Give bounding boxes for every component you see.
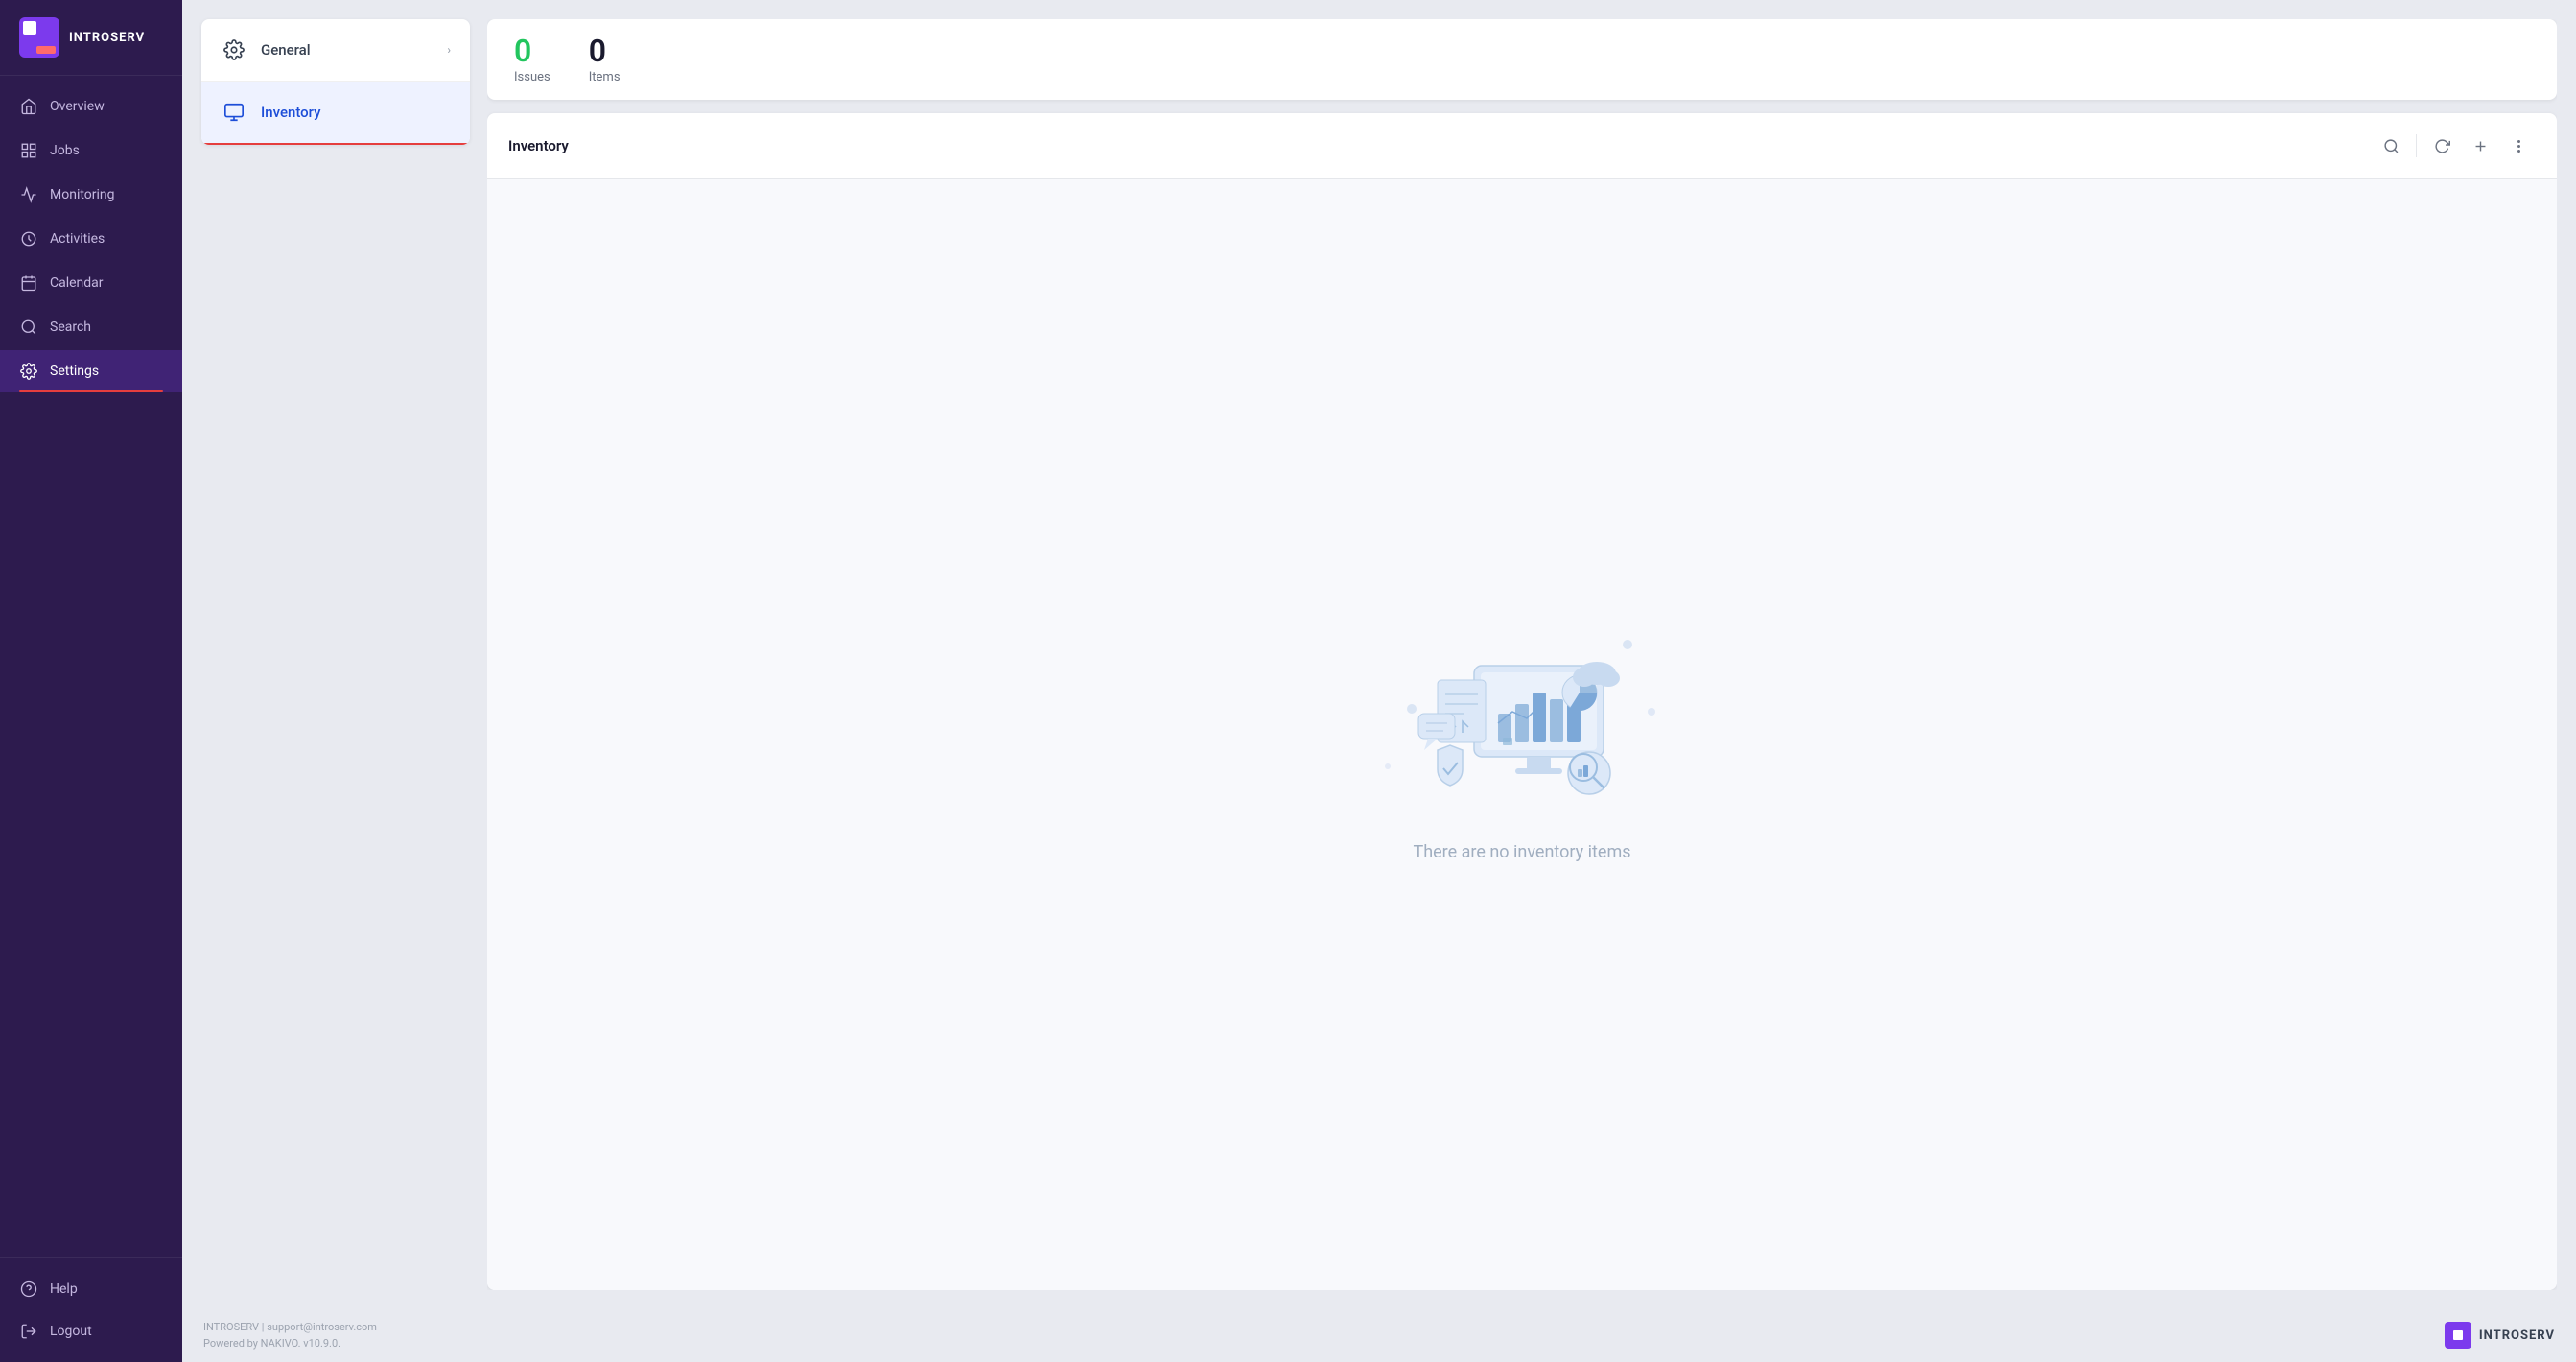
footer-logo-icon xyxy=(2445,1322,2471,1349)
panel-label-inventory: Inventory xyxy=(261,104,320,121)
panel-label-general: General xyxy=(261,41,311,59)
sidebar-label-monitoring: Monitoring xyxy=(50,187,115,202)
logout-icon xyxy=(19,1322,38,1341)
sidebar-label-help: Help xyxy=(50,1281,78,1297)
sidebar-logo: INTROSERV xyxy=(0,0,182,76)
sidebar-label-jobs: Jobs xyxy=(50,143,80,158)
sidebar-item-overview[interactable]: Overview xyxy=(0,85,182,128)
header-divider xyxy=(2416,134,2417,157)
chevron-right-icon: › xyxy=(447,43,451,57)
sidebar-item-activities[interactable]: Activities xyxy=(0,218,182,260)
footer-info: INTROSERV | support@introserv.com Powere… xyxy=(203,1319,377,1352)
sidebar-label-calendar: Calendar xyxy=(50,275,104,291)
sidebar: INTROSERV Overview Jobs xyxy=(0,0,182,1362)
sidebar-item-monitoring[interactable]: Monitoring xyxy=(0,174,182,216)
footer: INTROSERV | support@introserv.com Powere… xyxy=(182,1309,2576,1362)
inventory-icon xyxy=(221,99,247,126)
inventory-panel: Inventory xyxy=(487,113,2557,1290)
sidebar-nav: Overview Jobs Monitoring xyxy=(0,76,182,1257)
stats-bar: 0 Issues 0 Items xyxy=(487,19,2557,100)
left-panel: General › Inventory xyxy=(201,19,470,1290)
inventory-header: Inventory xyxy=(487,113,2557,179)
panel-item-general[interactable]: General › xyxy=(201,19,470,82)
general-icon xyxy=(221,36,247,63)
inventory-title: Inventory xyxy=(508,137,2374,154)
right-panel: 0 Issues 0 Items Inventory xyxy=(487,19,2557,1290)
sidebar-item-jobs[interactable]: Jobs xyxy=(0,129,182,172)
sidebar-item-logout[interactable]: Logout xyxy=(0,1310,182,1352)
items-label: Items xyxy=(589,70,621,84)
refresh-button[interactable] xyxy=(2424,129,2459,163)
jobs-icon xyxy=(19,141,38,160)
search-icon xyxy=(19,317,38,337)
sidebar-label-settings: Settings xyxy=(50,364,99,379)
logo-icon xyxy=(19,17,59,58)
help-icon xyxy=(19,1280,38,1299)
content-area: General › Inventory xyxy=(182,0,2576,1309)
sidebar-label-activities: Activities xyxy=(50,231,105,247)
sidebar-item-settings[interactable]: Settings xyxy=(0,350,182,392)
calendar-icon xyxy=(19,273,38,293)
home-icon xyxy=(19,97,38,116)
sidebar-item-search[interactable]: Search xyxy=(0,306,182,348)
issues-label: Issues xyxy=(514,70,550,84)
sidebar-bottom: Help Logout xyxy=(0,1257,182,1362)
sidebar-item-calendar[interactable]: Calendar xyxy=(0,262,182,304)
add-button[interactable] xyxy=(2463,129,2497,163)
settings-icon xyxy=(19,362,38,381)
footer-company: INTROSERV | support@introserv.com xyxy=(203,1319,377,1336)
sidebar-label-overview: Overview xyxy=(50,99,105,114)
footer-logo-text: INTROSERV xyxy=(2479,1328,2555,1343)
empty-message: There are no inventory items xyxy=(1413,842,1630,862)
activities-icon xyxy=(19,229,38,248)
settings-nav-card: General › Inventory xyxy=(201,19,470,145)
main-content: General › Inventory xyxy=(182,0,2576,1362)
logo-text: INTROSERV xyxy=(69,31,145,45)
footer-logo: INTROSERV xyxy=(2445,1322,2555,1349)
empty-state: There are no inventory items xyxy=(487,179,2557,1290)
stat-items: 0 Items xyxy=(589,35,621,84)
sidebar-label-search: Search xyxy=(50,319,91,335)
more-button[interactable] xyxy=(2501,129,2536,163)
monitoring-icon xyxy=(19,185,38,204)
sidebar-item-help[interactable]: Help xyxy=(0,1268,182,1310)
panel-item-inventory[interactable]: Inventory xyxy=(201,82,470,145)
stat-issues: 0 Issues xyxy=(514,35,550,84)
issues-value: 0 xyxy=(514,35,531,68)
header-actions xyxy=(2374,129,2536,163)
search-button[interactable] xyxy=(2374,129,2408,163)
items-value: 0 xyxy=(589,35,606,68)
empty-illustration xyxy=(1359,608,1685,819)
footer-powered-by: Powered by NAKIVO. v10.9.0. xyxy=(203,1335,377,1352)
sidebar-label-logout: Logout xyxy=(50,1324,92,1339)
